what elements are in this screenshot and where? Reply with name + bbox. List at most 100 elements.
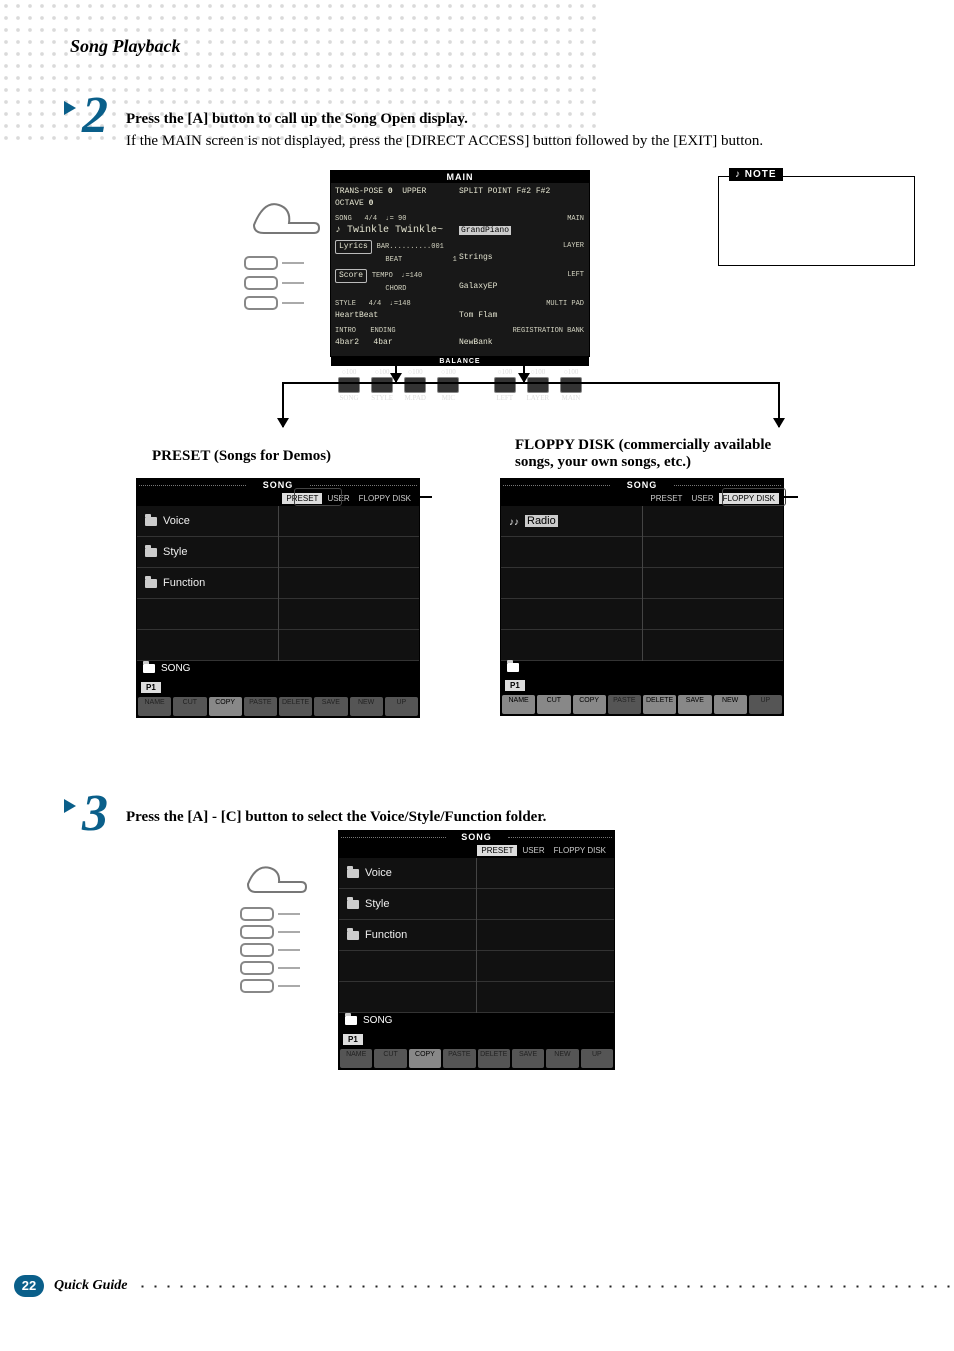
new-button[interactable]: NEW <box>350 697 383 716</box>
song-name: ♪ Twinkle Twinkle~ <box>335 225 455 237</box>
folder-label: Voice <box>163 515 190 527</box>
copy-button[interactable]: COPY <box>409 1049 441 1068</box>
beat-label: BEAT <box>385 256 402 264</box>
chord-label: CHORD <box>385 285 406 293</box>
folder-icon <box>145 517 157 526</box>
note-label: NOTE <box>729 168 783 181</box>
main-label: MAIN <box>567 215 584 223</box>
list-item-empty <box>643 599 784 630</box>
tab-user[interactable]: USER <box>687 493 717 504</box>
regbank-name: NewBank <box>459 338 493 347</box>
line-connector <box>282 382 396 384</box>
status-text: SONG <box>161 663 190 674</box>
up-button[interactable]: UP <box>385 697 418 716</box>
highlight-preset-tab <box>294 488 342 506</box>
section-title: Song Playback <box>70 36 181 57</box>
hand-icon <box>244 195 326 245</box>
step3-song-screen: SONG PRESETUSERFLOPPY DISK Voice Style F… <box>338 830 615 1070</box>
list-item[interactable]: Style <box>339 889 476 920</box>
hand-icon <box>240 860 322 898</box>
delete-button[interactable]: DELETE <box>478 1049 510 1068</box>
play-triangle-icon <box>64 101 76 115</box>
tab-floppy[interactable]: FLOPPY DISK <box>355 493 415 504</box>
multipad-name: Tom Flam <box>459 311 497 320</box>
cut-button[interactable]: CUT <box>374 1049 406 1068</box>
new-button[interactable]: NEW <box>546 1049 578 1068</box>
tab-preset[interactable]: PRESET <box>477 845 517 856</box>
panel-button-c <box>240 943 274 957</box>
balance-values: ○100SONG ○100STYLE ○100M.PAD ○100MIC ○10… <box>331 366 589 402</box>
transpose-value: 0 <box>388 187 393 196</box>
new-button[interactable]: NEW <box>714 695 747 714</box>
arrow-connector <box>395 360 397 382</box>
list-item[interactable]: Style <box>137 537 278 568</box>
page-tab[interactable]: P1 <box>505 680 525 691</box>
left-voice: GalaxyEP <box>459 282 497 291</box>
arrow-down-icon <box>778 382 780 427</box>
main-lcd-screen: MAIN TRANS-POSE 0 UPPER OCTAVE 0 SPLIT P… <box>330 170 590 357</box>
list-item[interactable]: Voice <box>137 506 278 537</box>
delete-button[interactable]: DELETE <box>643 695 676 714</box>
tab-floppy[interactable]: FLOPPY DISK <box>550 845 610 856</box>
song-label: SONG <box>335 215 352 223</box>
folder-label: Function <box>163 577 205 589</box>
paste-button[interactable]: PASTE <box>443 1049 475 1068</box>
folder-label: Style <box>163 546 187 558</box>
tab-preset[interactable]: PRESET <box>646 493 686 504</box>
up-button[interactable]: UP <box>581 1049 613 1068</box>
tab-user[interactable]: USER <box>518 845 548 856</box>
lyrics-button[interactable]: Lyrics <box>335 240 372 254</box>
list-item-empty <box>137 599 278 630</box>
panel-button-d <box>240 961 274 975</box>
intro-label: INTRO <box>335 327 356 335</box>
score-button[interactable]: Score <box>335 269 367 283</box>
list-item[interactable]: Radio <box>501 506 642 537</box>
save-button[interactable]: SAVE <box>314 697 347 716</box>
cut-button[interactable]: CUT <box>537 695 570 714</box>
bar-val: 001 <box>431 243 444 251</box>
list-item[interactable]: Function <box>137 568 278 599</box>
folder-label: Voice <box>365 867 392 879</box>
list-item-empty <box>137 630 278 661</box>
bottom-buttons: NAME CUT COPY PASTE DELETE SAVE NEW UP <box>339 1048 614 1069</box>
page-tab[interactable]: P1 <box>343 1034 363 1045</box>
split-val: F#2 <box>517 187 531 196</box>
status-row <box>501 661 783 674</box>
name-button[interactable]: NAME <box>138 697 171 716</box>
floppy-song-screen: SONG PRESETUSERFLOPPY DISK Radio P1 N <box>500 478 784 716</box>
step-marker: 2 <box>64 90 108 142</box>
save-button[interactable]: SAVE <box>512 1049 544 1068</box>
delete-button[interactable]: DELETE <box>279 697 312 716</box>
tempo-marker: ♩= 90 <box>385 215 406 223</box>
step-text: Press the [A] button to call up the Song… <box>126 109 763 153</box>
save-button[interactable]: SAVE <box>678 695 711 714</box>
cut-button[interactable]: CUT <box>173 697 206 716</box>
panel-button-a <box>244 256 278 270</box>
highlight-floppy-tab <box>722 488 786 506</box>
copy-button[interactable]: COPY <box>573 695 606 714</box>
list-item[interactable]: Voice <box>339 858 476 889</box>
paste-button[interactable]: PASTE <box>244 697 277 716</box>
floppy-caption-line1: FLOPPY DISK (commercially available <box>515 437 771 453</box>
panel-buttons-illustration <box>244 195 326 315</box>
page-tab[interactable]: P1 <box>141 682 161 693</box>
status-text: SONG <box>363 1015 392 1026</box>
beat-val: 1 <box>453 256 457 264</box>
step3-bold: Press the [A] - [C] button to select the… <box>126 809 546 825</box>
floppy-caption: FLOPPY DISK (commercially available song… <box>515 437 771 471</box>
list-item[interactable]: Function <box>339 920 476 951</box>
up-button[interactable]: UP <box>749 695 782 714</box>
copy-button[interactable]: COPY <box>209 697 242 716</box>
name-button[interactable]: NAME <box>340 1049 372 1068</box>
panel-buttons-illustration <box>240 860 326 997</box>
music-note-icon <box>509 516 519 526</box>
folder-icon <box>345 1016 357 1025</box>
list-item-empty <box>279 537 420 568</box>
paste-button[interactable]: PASTE <box>608 695 641 714</box>
name-button[interactable]: NAME <box>502 695 535 714</box>
footer-title: Quick Guide <box>54 1278 128 1294</box>
intro-val: 4bar2 <box>335 338 359 347</box>
panel-button-b <box>244 276 278 290</box>
arrow-connector <box>523 360 525 382</box>
footer-dots <box>136 1285 954 1288</box>
